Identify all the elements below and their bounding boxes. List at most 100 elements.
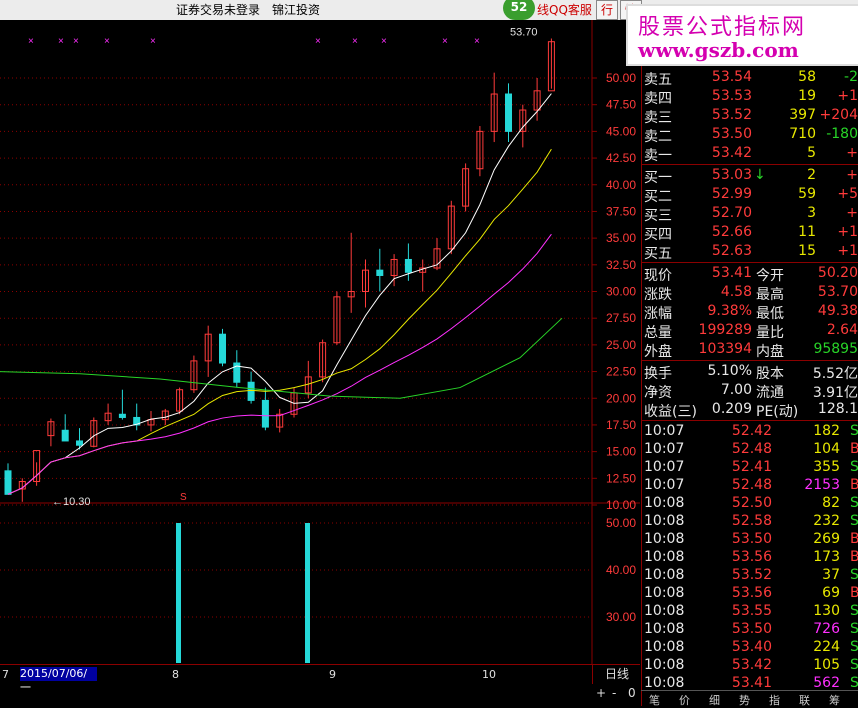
notification-badge[interactable]: 52 xyxy=(503,0,535,20)
reset-button[interactable]: 0 xyxy=(628,686,636,700)
bottom-tabs: 笔价细势指联筹 xyxy=(641,690,858,707)
stat-label: 内盘 xyxy=(756,344,784,360)
order-price: 53.03 xyxy=(711,167,752,183)
stat-label: PE(动) xyxy=(756,404,799,420)
stat-row: 换手 5.10% 股本 5.52亿 xyxy=(642,362,858,382)
zoom-in-button[interactable]: + xyxy=(596,686,606,700)
stat-label: 流通 xyxy=(756,385,784,401)
stat-value: 7.00 xyxy=(720,382,752,398)
stat-row: 总量 199289 量比 2.64 xyxy=(642,321,858,341)
stat-value: 3.91亿 xyxy=(812,385,858,401)
order-change: + xyxy=(846,145,858,161)
stat-value: 4.58 xyxy=(720,284,752,300)
month-label: 9 xyxy=(329,668,336,681)
tick-price: 52.50 xyxy=(731,495,772,511)
cursor-date: 2015/07/06/一 xyxy=(20,667,97,694)
signal-cross: × xyxy=(474,36,480,47)
period-selector[interactable]: 日线 xyxy=(592,664,641,684)
candle-body xyxy=(505,93,512,132)
watermark-logo: 股票公式指标网 www.gszb.com xyxy=(626,4,858,66)
tick-time: 10:08 xyxy=(644,675,685,691)
tick-time: 10:07 xyxy=(644,459,685,475)
order-volume: 5 xyxy=(807,145,816,161)
kline-svg: 50.00 47.50 45.00 42.50 40.00 37.50 35.00 32.50… xyxy=(0,20,640,684)
tick-time: 10:07 xyxy=(644,441,685,457)
tick-side: S xyxy=(850,423,858,439)
stat-value: 5.10% xyxy=(707,363,752,379)
kline-chart[interactable]: 50.00 47.50 45.00 42.50 40.00 37.50 35.00 32.50… xyxy=(0,20,640,684)
stock-name: 锦江投资 xyxy=(272,3,321,17)
tick-side: S xyxy=(850,567,858,583)
signal-marker: S xyxy=(180,492,187,503)
tick-volume: 105 xyxy=(813,657,840,673)
stat-label: 现价 xyxy=(644,268,672,284)
arrow-down-icon: ↓ xyxy=(754,167,766,183)
month-label: 10 xyxy=(482,668,496,681)
order-label: 买二 xyxy=(644,189,672,205)
candle-body xyxy=(247,381,255,401)
tick-price: 53.50 xyxy=(731,621,772,637)
sell-order-row: 卖五 53.54 58 -2 xyxy=(642,68,858,88)
price-tick-label: 40.00 xyxy=(606,178,636,192)
price-tick-label: 10.00 xyxy=(606,498,636,512)
order-label: 卖三 xyxy=(644,110,672,126)
order-volume: 2 xyxy=(807,167,816,183)
stat-row: 涨跌 4.58 最高 53.70 xyxy=(642,283,858,303)
stat-value: 50.20 xyxy=(817,265,858,281)
price-tick-label: 42.50 xyxy=(606,151,636,165)
order-label: 卖四 xyxy=(644,91,672,107)
order-price: 53.42 xyxy=(711,145,752,161)
candle-body xyxy=(261,399,269,428)
tick-side: S xyxy=(850,657,858,673)
tick-side: B xyxy=(850,585,858,601)
order-price: 53.52 xyxy=(711,107,752,123)
indicator-bar xyxy=(176,523,181,663)
order-price: 53.50 xyxy=(711,126,752,142)
tick-volume: 269 xyxy=(813,531,840,547)
signal-cross: × xyxy=(28,36,34,47)
tick-price: 53.50 xyxy=(731,531,772,547)
order-volume: 397 xyxy=(789,107,816,123)
sell-order-row: 卖二 53.50 710 -180 xyxy=(642,125,858,145)
tick-volume: 82 xyxy=(822,495,840,511)
tick-row: 10:08 53.42 105 S xyxy=(642,656,858,675)
divider xyxy=(642,262,858,263)
quote-button[interactable]: 行 xyxy=(596,0,619,20)
price-tick-label: 47.50 xyxy=(606,98,636,112)
candle-body xyxy=(61,429,69,442)
order-volume: 15 xyxy=(798,243,816,259)
price-tick-label: 32.50 xyxy=(606,258,636,272)
zoom-out-button[interactable]: - xyxy=(612,686,616,700)
tick-side: B xyxy=(850,549,858,565)
stat-value: 9.38% xyxy=(707,303,752,319)
tick-time: 10:08 xyxy=(644,531,685,547)
order-change: +204 xyxy=(819,107,858,123)
tick-volume: 355 xyxy=(813,459,840,475)
order-change: -180 xyxy=(826,126,858,142)
stat-value: 53.41 xyxy=(711,265,752,281)
tick-time: 10:08 xyxy=(644,603,685,619)
order-label: 买五 xyxy=(644,246,672,262)
order-label: 卖二 xyxy=(644,129,672,145)
tick-row: 10:08 53.56 173 B xyxy=(642,548,858,567)
sell-order-row: 卖三 53.52 397 +204 xyxy=(642,106,858,126)
stat-label: 股本 xyxy=(756,366,784,382)
tick-time: 10:08 xyxy=(644,513,685,529)
tick-time: 10:08 xyxy=(644,585,685,601)
tick-volume: 224 xyxy=(813,639,840,655)
stat-value: 53.70 xyxy=(817,284,858,300)
order-label: 卖五 xyxy=(644,72,672,88)
price-tick-label: 35.00 xyxy=(606,231,636,245)
order-change: + xyxy=(846,205,858,221)
price-tick-label: 20.00 xyxy=(606,391,636,405)
qq-service-link[interactable]: 线QQ客服 xyxy=(537,1,592,18)
buy-order-row: 买五 52.63 15 +1 xyxy=(642,242,858,262)
tick-price: 52.41 xyxy=(731,459,772,475)
tick-volume: 182 xyxy=(813,423,840,439)
zoom-controls: + - 0 xyxy=(592,684,640,706)
stat-value: 2.64 xyxy=(826,322,858,338)
order-price: 53.54 xyxy=(711,69,752,85)
tick-time: 10:08 xyxy=(644,657,685,673)
buy-order-row: 买四 52.66 11 +1 xyxy=(642,223,858,243)
tick-volume: 37 xyxy=(822,567,840,583)
